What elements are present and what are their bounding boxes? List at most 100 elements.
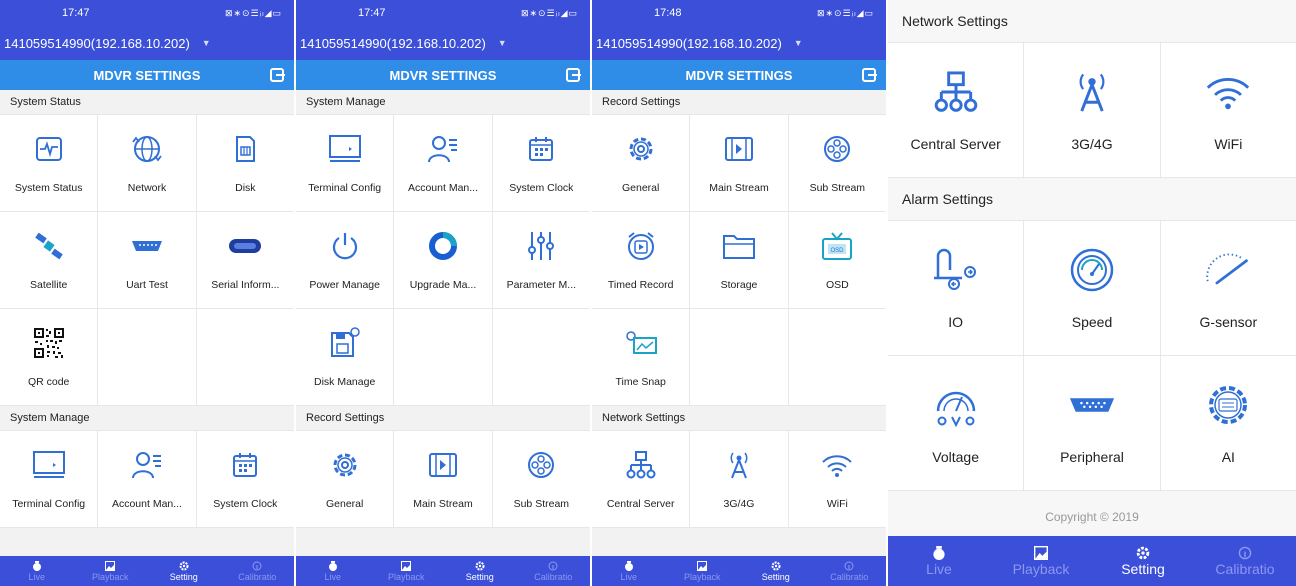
exit-icon[interactable] [862,68,877,82]
tile-general[interactable]: General [592,115,690,211]
tile-upgrade-manage[interactable]: Upgrade Ma... [394,212,492,308]
io-port-icon [932,246,980,294]
pulse-monitor-icon [32,132,66,166]
image-icon [105,561,116,572]
nav-calibration[interactable]: Calibratio [517,556,591,586]
tile-account-manage[interactable]: Account Man... [98,431,196,527]
screen-record-settings: 17:48 ⊠∗⊙☰ᵢₗ◢▭ 141059514990(192.168.10.2… [592,0,888,586]
nav-setting[interactable]: Setting [147,556,221,586]
tile-general[interactable]: General [296,431,394,527]
screen-system-status: 17:47 ⊠∗⊙☰ᵢₗ◢▭ 141059514990(192.168.10.2… [0,0,296,586]
title-bar: MDVR SETTINGS [296,60,590,90]
tile-sub-stream[interactable]: Sub Stream [492,431,590,527]
folder-icon [722,229,756,263]
tile-ai[interactable]: AI [1160,356,1296,490]
nav-calibration[interactable]: Calibratio [1194,536,1296,586]
tile-io[interactable]: IO [888,221,1024,355]
nav-live[interactable]: Live [296,556,370,586]
tile-main-stream[interactable]: Main Stream [690,115,788,211]
gear-icon [474,561,485,572]
tile-parameter-manage[interactable]: Parameter M... [492,212,590,308]
device-id: 141059514990(192.168.10.202) [4,35,190,51]
nav-playback[interactable]: Playback [990,536,1092,586]
tile-wifi[interactable]: WiFi [1160,43,1296,177]
tile-account-manage[interactable]: Account Man... [394,115,492,211]
camera-icon [327,561,338,572]
tile-disk-manage[interactable]: Disk Manage [296,309,394,405]
tile-label: General [325,498,364,510]
tile-main-stream[interactable]: Main Stream [394,431,492,527]
device-selector[interactable]: 141059514990(192.168.10.202) ▼ [592,26,886,60]
serial-port-icon [1068,381,1116,429]
tile-grid: Central Server 3G/4G WiFi [888,42,1296,178]
tile-terminal-config[interactable]: Terminal Config [0,431,98,527]
tile-3g4g[interactable]: 3G/4G [1024,43,1160,177]
tile-peripheral[interactable]: Peripheral [1024,356,1160,490]
nav-playback[interactable]: Playback [666,556,740,586]
tile-wifi[interactable]: WiFi [788,431,886,527]
tile-uart-test[interactable]: Uart Test [98,212,196,308]
nav-playback[interactable]: Playback [370,556,444,586]
voltmeter-icon [932,381,980,429]
tile-system-status[interactable]: System Status [0,115,98,211]
device-selector[interactable]: 141059514990(192.168.10.202) ▼ [0,26,294,60]
nav-label: Live [324,571,341,582]
nav-setting[interactable]: Setting [443,556,517,586]
tile-speed[interactable]: Speed [1024,221,1160,355]
tile-qr-code[interactable]: QR code [0,309,98,405]
tile-g-sensor[interactable]: G-sensor [1160,221,1296,355]
tile-3g4g[interactable]: 3G/4G [690,431,788,527]
exit-icon[interactable] [270,68,285,82]
network-topology-icon [932,68,980,116]
tile-network[interactable]: Network [98,115,196,211]
camera-icon [31,561,42,572]
tile-storage[interactable]: Storage [690,212,788,308]
status-icons: ⊠∗⊙☰ᵢₗ◢▭ [520,7,578,18]
tile-disk[interactable]: Disk [196,115,294,211]
tile-label: IO [948,314,964,330]
status-time: 17:47 [62,7,90,19]
nav-live[interactable]: Live [592,556,666,586]
status-time: 17:47 [358,7,386,19]
tile-timed-record[interactable]: Timed Record [592,212,690,308]
tile-grid: General Main Stream Sub Stream [296,430,590,528]
tile-time-snap[interactable]: Time Snap [592,309,690,405]
tile-power-manage[interactable]: Power Manage [296,212,394,308]
nav-live[interactable]: Live [0,556,74,586]
tile-central-server[interactable]: Central Server [592,431,690,527]
nav-setting[interactable]: Setting [739,556,813,586]
nav-label: Setting [169,571,198,582]
tile-central-server[interactable]: Central Server [888,43,1024,177]
tile-system-clock[interactable]: System Clock [196,431,294,527]
tile-system-clock[interactable]: System Clock [492,115,590,211]
page-title: MDVR SETTINGS [389,67,497,83]
tile-label: OSD [825,279,849,291]
tile-osd[interactable]: OSD OSD [788,212,886,308]
exit-icon[interactable] [566,68,581,82]
alarm-clock-icon [624,229,658,263]
tile-grid: General Main Stream Sub Stream Timed Rec… [592,114,886,406]
tile-sub-stream[interactable]: Sub Stream [788,115,886,211]
tile-serial-info[interactable]: Serial Inform... [196,212,294,308]
nav-calibration[interactable]: Calibratio [813,556,887,586]
nav-playback[interactable]: Playback [74,556,148,586]
device-selector[interactable]: 141059514990(192.168.10.202) ▼ [296,26,590,60]
nav-setting[interactable]: Setting [1092,536,1194,586]
tile-grid: Central Server 3G/4G WiFi [592,430,886,528]
tile-voltage[interactable]: Voltage [888,356,1024,490]
tile-terminal-config[interactable]: Terminal Config [296,115,394,211]
tile-label: 3G/4G [723,498,755,510]
nav-live[interactable]: Live [888,536,990,586]
ai-chip-gear-icon [1204,381,1252,429]
tile-label: Upgrade Ma... [409,279,477,291]
tile-label: Speed [1071,314,1113,330]
tile-label: Parameter M... [506,279,577,291]
sd-card-icon [228,132,262,166]
tile-satellite[interactable]: Satellite [0,212,98,308]
tile-label: Main Stream [709,182,769,194]
tile-empty [98,309,196,405]
tile-label: Disk Manage [314,376,376,388]
tile-label: Main Stream [413,498,473,510]
serial-port-icon [228,229,262,263]
nav-calibration[interactable]: Calibratio [221,556,295,586]
